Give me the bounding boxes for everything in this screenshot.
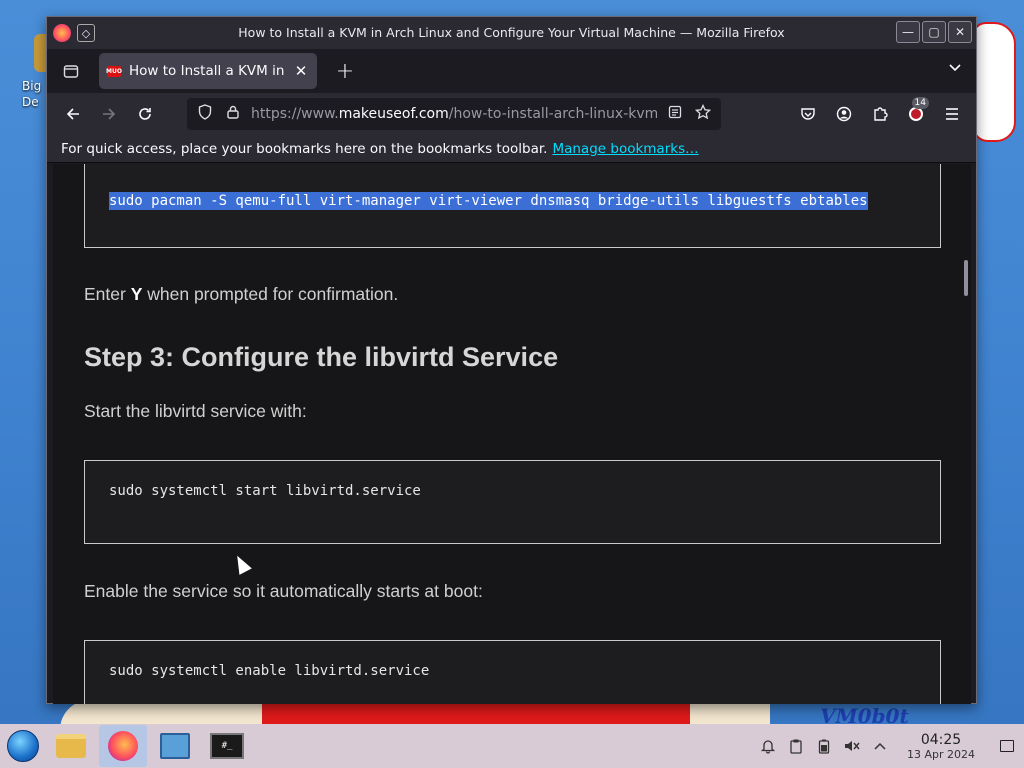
pin-icon[interactable]: ◇ [77, 24, 95, 42]
clock-date: 13 Apr 2024 [906, 747, 975, 761]
taskbar: #_ 04:25 13 Apr 2024 [0, 724, 1024, 768]
tab-active[interactable]: MUO How to Install a KVM in Arch Linux a… [99, 53, 317, 89]
firefox-icon [108, 731, 138, 761]
paragraph: Enable the service so it automatically s… [84, 581, 483, 601]
manage-bookmarks-link[interactable]: Manage bookmarks… [552, 141, 698, 157]
folder-icon [56, 734, 86, 758]
tab-close-icon[interactable]: ✕ [293, 62, 309, 80]
navigation-toolbar: https://www.makeuseof.com/how-to-install… [47, 93, 976, 135]
wallpaper-shape [972, 22, 1016, 142]
page-content[interactable]: sudo pacman -S qemu-full virt-manager vi… [53, 164, 971, 704]
battery-icon[interactable] [810, 732, 838, 760]
clipboard-icon[interactable] [782, 732, 810, 760]
app-menu-button[interactable] [936, 98, 968, 130]
scrollbar-thumb[interactable] [964, 260, 968, 296]
back-arrow-icon [66, 108, 79, 120]
clock[interactable]: 04:25 13 Apr 2024 [898, 732, 984, 761]
url-bar[interactable]: https://www.makeuseof.com/how-to-install… [187, 98, 721, 130]
start-orb-icon [7, 730, 39, 762]
reload-button[interactable] [127, 98, 163, 130]
muo-favicon-icon: MUO [106, 65, 122, 77]
window-titlebar[interactable]: ◇ How to Install a KVM in Arch Linux and… [47, 17, 976, 49]
pocket-button[interactable] [792, 98, 824, 130]
extension-badge: 14 [911, 97, 929, 109]
bookmarks-toolbar: For quick access, place your bookmarks h… [47, 135, 976, 163]
url-text[interactable]: https://www.makeuseof.com/how-to-install… [251, 106, 657, 122]
wallpaper-text: VM0b0t [820, 704, 909, 724]
back-button[interactable] [55, 98, 91, 130]
taskbar-terminal[interactable]: #_ [203, 725, 251, 767]
firefox-window: ◇ How to Install a KVM in Arch Linux and… [46, 16, 977, 704]
firefox-view-icon [63, 65, 79, 78]
taskbar-firefox[interactable] [99, 725, 147, 767]
ublock-extension-button[interactable]: 14 [900, 97, 932, 130]
ublock-icon [909, 107, 923, 121]
section-heading: Step 3: Configure the libvirtd Service [84, 342, 559, 372]
close-button[interactable]: ✕ [948, 21, 972, 43]
firefox-view-button[interactable] [53, 53, 89, 89]
new-tab-button[interactable]: + [331, 59, 359, 84]
extensions-button[interactable] [864, 98, 896, 130]
taskbar-system-monitor[interactable] [151, 725, 199, 767]
tray-expand-icon[interactable] [866, 732, 894, 760]
account-icon [836, 106, 852, 122]
bookmarks-hint-text: For quick access, place your bookmarks h… [61, 140, 548, 157]
show-desktop-icon [1000, 740, 1014, 752]
volume-muted-icon[interactable] [838, 732, 866, 760]
clock-time: 04:25 [920, 731, 962, 748]
code-block[interactable]: sudo pacman -S qemu-full virt-manager vi… [84, 164, 941, 248]
show-desktop-button[interactable] [990, 724, 1024, 768]
lock-icon[interactable] [223, 105, 243, 123]
pocket-icon [801, 108, 815, 120]
desktop-icon-label: Big De [22, 79, 42, 109]
forward-arrow-icon [103, 108, 116, 120]
tab-title: How to Install a KVM in Arch Linux and C… [129, 63, 285, 79]
code-block[interactable]: sudo systemctl start libvirtd.service [84, 460, 941, 544]
window-title: How to Install a KVM in Arch Linux and C… [238, 25, 785, 40]
code-line[interactable]: sudo systemctl start libvirtd.service [109, 483, 421, 499]
start-button[interactable] [3, 726, 43, 766]
firefox-app-icon[interactable] [53, 24, 71, 42]
puzzle-icon [874, 107, 888, 121]
hamburger-menu-icon [946, 108, 958, 120]
code-line-selected[interactable]: sudo pacman -S qemu-full virt-manager vi… [109, 192, 868, 210]
tab-bar: MUO How to Install a KVM in Arch Linux a… [47, 49, 976, 93]
paragraph: Enter Y when prompted for confirmation. [84, 284, 399, 304]
terminal-icon: #_ [210, 733, 244, 759]
monitor-icon [160, 733, 190, 759]
system-tray: 04:25 13 Apr 2024 [754, 724, 1024, 768]
paragraph: Start the libvirtd service with: [84, 401, 307, 421]
list-all-tabs-button[interactable] [948, 61, 962, 77]
shield-icon[interactable] [195, 104, 215, 124]
reader-view-icon[interactable] [665, 105, 685, 123]
forward-button[interactable] [91, 98, 127, 130]
reload-icon [139, 108, 151, 120]
maximize-button[interactable]: ▢ [922, 21, 946, 43]
code-line[interactable]: sudo systemctl enable libvirtd.service [109, 663, 429, 679]
minimize-button[interactable]: — [896, 21, 920, 43]
bookmark-star-icon[interactable] [693, 103, 713, 124]
code-block[interactable]: sudo systemctl enable libvirtd.service [84, 640, 941, 704]
taskbar-file-manager[interactable] [47, 725, 95, 767]
chevron-down-icon [949, 64, 961, 72]
notifications-icon[interactable] [754, 732, 782, 760]
account-button[interactable] [828, 98, 860, 130]
